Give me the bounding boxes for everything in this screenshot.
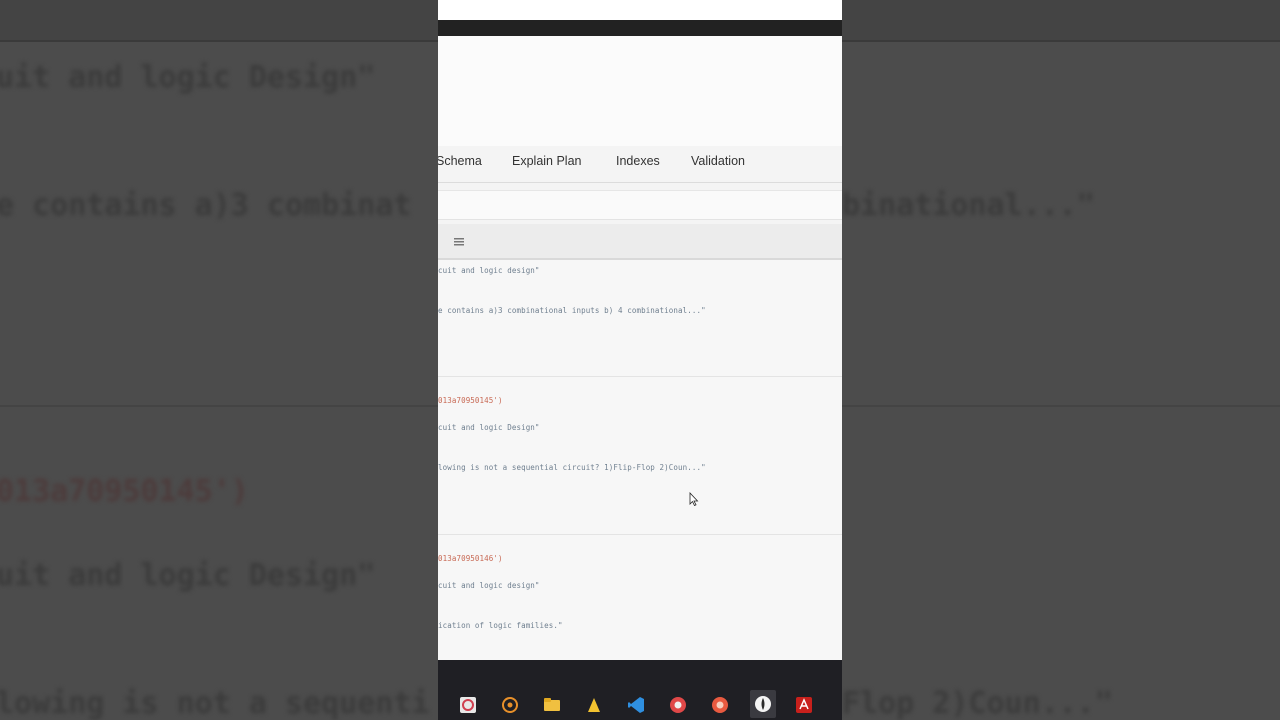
document-field-id: 013a70950146'): [438, 554, 503, 563]
document-field-question: lowing is not a sequential circuit? 1)Fl…: [438, 463, 706, 472]
bg-text-7: Flop 2)Coun...": [842, 686, 1113, 720]
mongodb-compass-icon[interactable]: [750, 690, 776, 718]
document-field-id: 013a70950145'): [438, 396, 503, 405]
document-list: cuit and logic design" e contains a)3 co…: [438, 260, 842, 660]
document-card[interactable]: 013a70950146') cuit and logic design" ic…: [438, 536, 842, 660]
filter-bar[interactable]: [438, 190, 842, 220]
snipping-tool-icon[interactable]: [459, 696, 477, 714]
document-field-question: e contains a)3 combinational inputs b) 4…: [438, 306, 706, 315]
document-card[interactable]: 013a70950145') cuit and logic Design" lo…: [438, 378, 842, 535]
notes-icon[interactable]: [585, 696, 603, 714]
bg-text-2: e contains a)3 combinat: [0, 188, 412, 223]
tab-validation[interactable]: Validation: [691, 154, 745, 168]
vscode-icon[interactable]: [627, 696, 645, 714]
taskbar: [438, 660, 842, 720]
mouse-cursor-icon: [689, 492, 699, 506]
bg-text-4: 013a70950145'): [0, 474, 249, 509]
document-field-subject: cuit and logic design": [438, 581, 540, 590]
file-explorer-icon[interactable]: [543, 696, 561, 714]
tab-schema[interactable]: Schema: [438, 154, 482, 168]
document-card[interactable]: cuit and logic design" e contains a)3 co…: [438, 260, 842, 377]
documents-toolbar: [438, 224, 842, 260]
document-field-subject: cuit and logic Design": [438, 423, 540, 432]
media-player-icon[interactable]: [501, 696, 519, 714]
collection-header: [438, 36, 842, 146]
table-view-icon[interactable]: [454, 238, 464, 246]
tab-indexes[interactable]: Indexes: [616, 154, 660, 168]
bg-text-1: uit and logic Design": [0, 60, 376, 95]
chrome-icon[interactable]: [669, 696, 687, 714]
document-field-subject: cuit and logic design": [438, 266, 540, 275]
tab-explain-plan[interactable]: Explain Plan: [512, 154, 582, 168]
document-field-question: ication of logic families.": [438, 621, 563, 630]
screen-frame: Schema Explain Plan Indexes Validation c…: [438, 0, 842, 720]
collection-tabs: Schema Explain Plan Indexes Validation: [438, 148, 842, 176]
bg-text-3: binational...": [842, 188, 1095, 223]
top-strip: [438, 0, 842, 20]
acrobat-icon[interactable]: [795, 696, 813, 714]
bg-text-5: uit and logic Design": [0, 558, 376, 593]
window-title-bar: [438, 20, 842, 36]
chrome-alt-icon[interactable]: [711, 696, 729, 714]
tabs-divider: [438, 182, 842, 183]
bg-text-6: lowing is not a sequenti: [0, 686, 430, 720]
